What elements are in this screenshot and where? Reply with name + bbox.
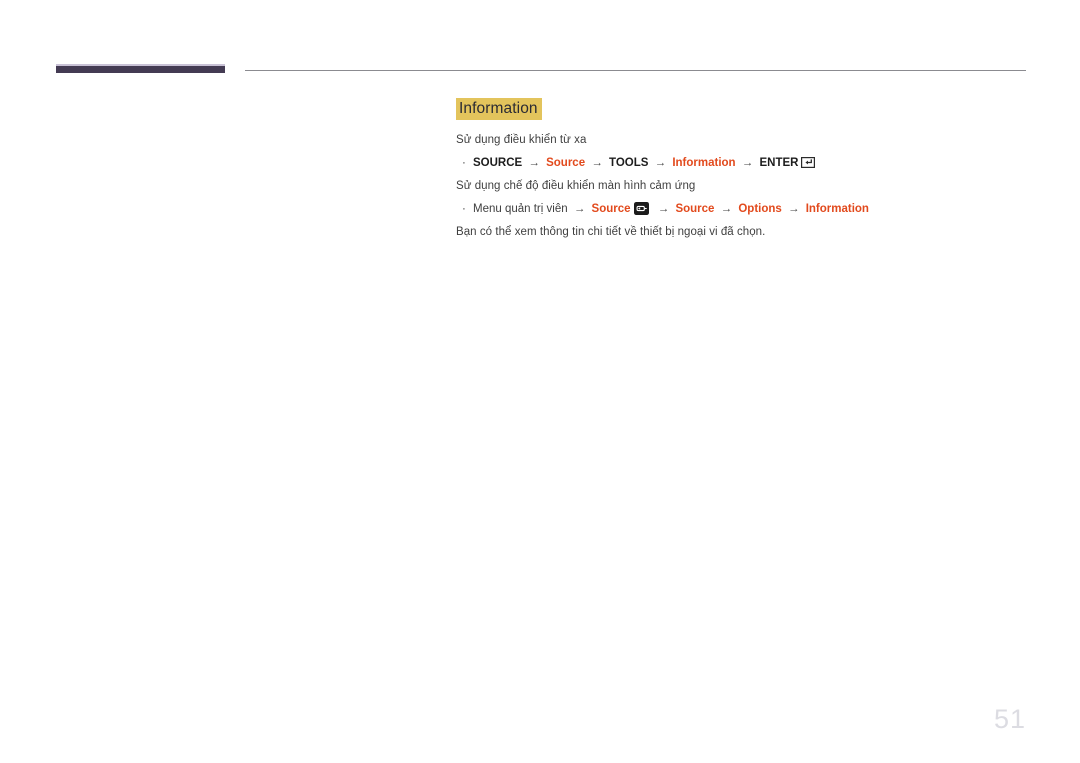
menu-token-enter-key: ENTER — [759, 157, 799, 170]
arrow-icon: → — [591, 157, 603, 170]
menu-token-information-2: Information — [805, 202, 869, 215]
menu-token-source-key: SOURCE — [473, 157, 523, 170]
arrow-icon: → — [657, 202, 670, 215]
intro-remote-control: Sử dụng điều khiển từ xa — [456, 134, 587, 147]
bullet-marker: · — [462, 157, 466, 170]
header-divider-line — [245, 70, 1026, 71]
page-header-rule — [0, 0, 1080, 80]
enter-key-icon — [801, 157, 816, 169]
list-item: · SOURCE → Source → TOOLS → Information … — [456, 155, 1031, 173]
menu-path-touch: Menu quản trị viên → Source → Source → O… — [473, 201, 1031, 219]
arrow-icon: → — [528, 157, 540, 170]
arrow-icon: → — [720, 202, 733, 215]
menu-token-source-2: Source — [675, 202, 715, 215]
page-title: Information — [456, 98, 542, 121]
bullet-marker: · — [462, 202, 466, 215]
menu-token-source: Source — [546, 157, 586, 170]
arrow-icon: → — [741, 157, 754, 170]
menu-path-remote: SOURCE → Source → TOOLS → Information → … — [473, 155, 1031, 173]
arrow-icon: → — [573, 202, 586, 215]
menu-token-source: Source — [591, 202, 631, 215]
arrow-icon: → — [654, 157, 667, 170]
menu-token-tools-key: TOOLS — [609, 157, 649, 170]
menu-token-admin-menu: Menu quản trị viên — [473, 202, 568, 215]
source-badge-icon — [633, 201, 649, 215]
page-number: 51 — [993, 704, 1026, 734]
intro-touch-control: Sử dụng chế độ điều khiển màn hình cảm ứ… — [456, 180, 696, 192]
header-accent-bar — [56, 64, 225, 73]
menu-token-information: Information — [672, 157, 736, 170]
list-item: · Menu quản trị viên → Source → Source →… — [456, 201, 1031, 219]
page-content: Information Sử dụng điều khiển từ xa · S… — [456, 98, 1031, 246]
arrow-icon: → — [788, 202, 800, 215]
section-description: Bạn có thể xem thông tin chi tiết về thi… — [456, 225, 766, 238]
menu-token-options: Options — [738, 202, 782, 215]
